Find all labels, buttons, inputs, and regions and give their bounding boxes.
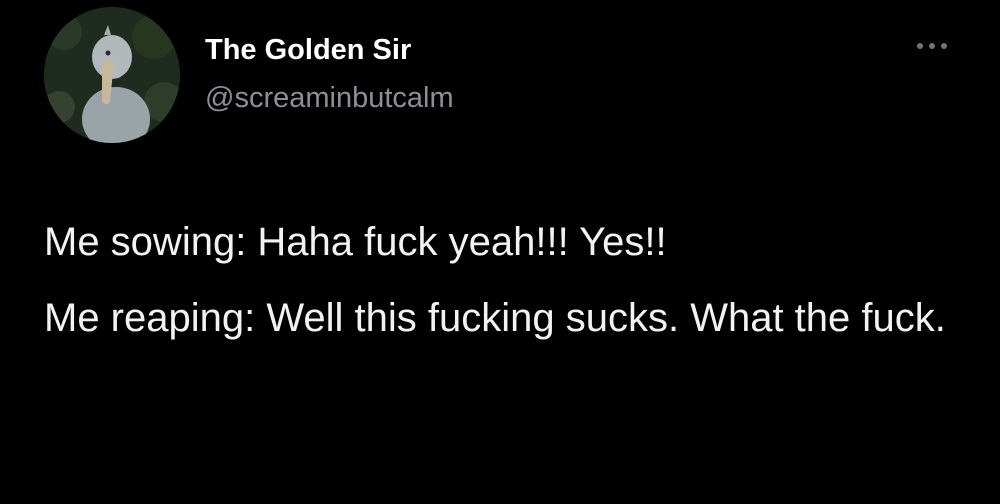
user-handle[interactable]: @screaminbutcalm — [205, 82, 454, 115]
tweet-card: The Golden Sir @screaminbutcalm Me sowin… — [0, 0, 1000, 504]
tweet-line-reaping: Me reaping: Well this fucking sucks. Wha… — [44, 296, 946, 340]
more-horizontal-icon — [917, 43, 947, 49]
tweet-line-sowing: Me sowing: Haha fuck yeah!!! Yes!! — [44, 220, 667, 264]
display-name[interactable]: The Golden Sir — [205, 34, 411, 67]
tweet-text: Me sowing: Haha fuck yeah!!! Yes!! Me re… — [44, 212, 974, 348]
shoebill-bird-avatar-icon — [44, 7, 180, 143]
avatar[interactable] — [44, 7, 180, 143]
more-options-button[interactable] — [910, 32, 954, 60]
